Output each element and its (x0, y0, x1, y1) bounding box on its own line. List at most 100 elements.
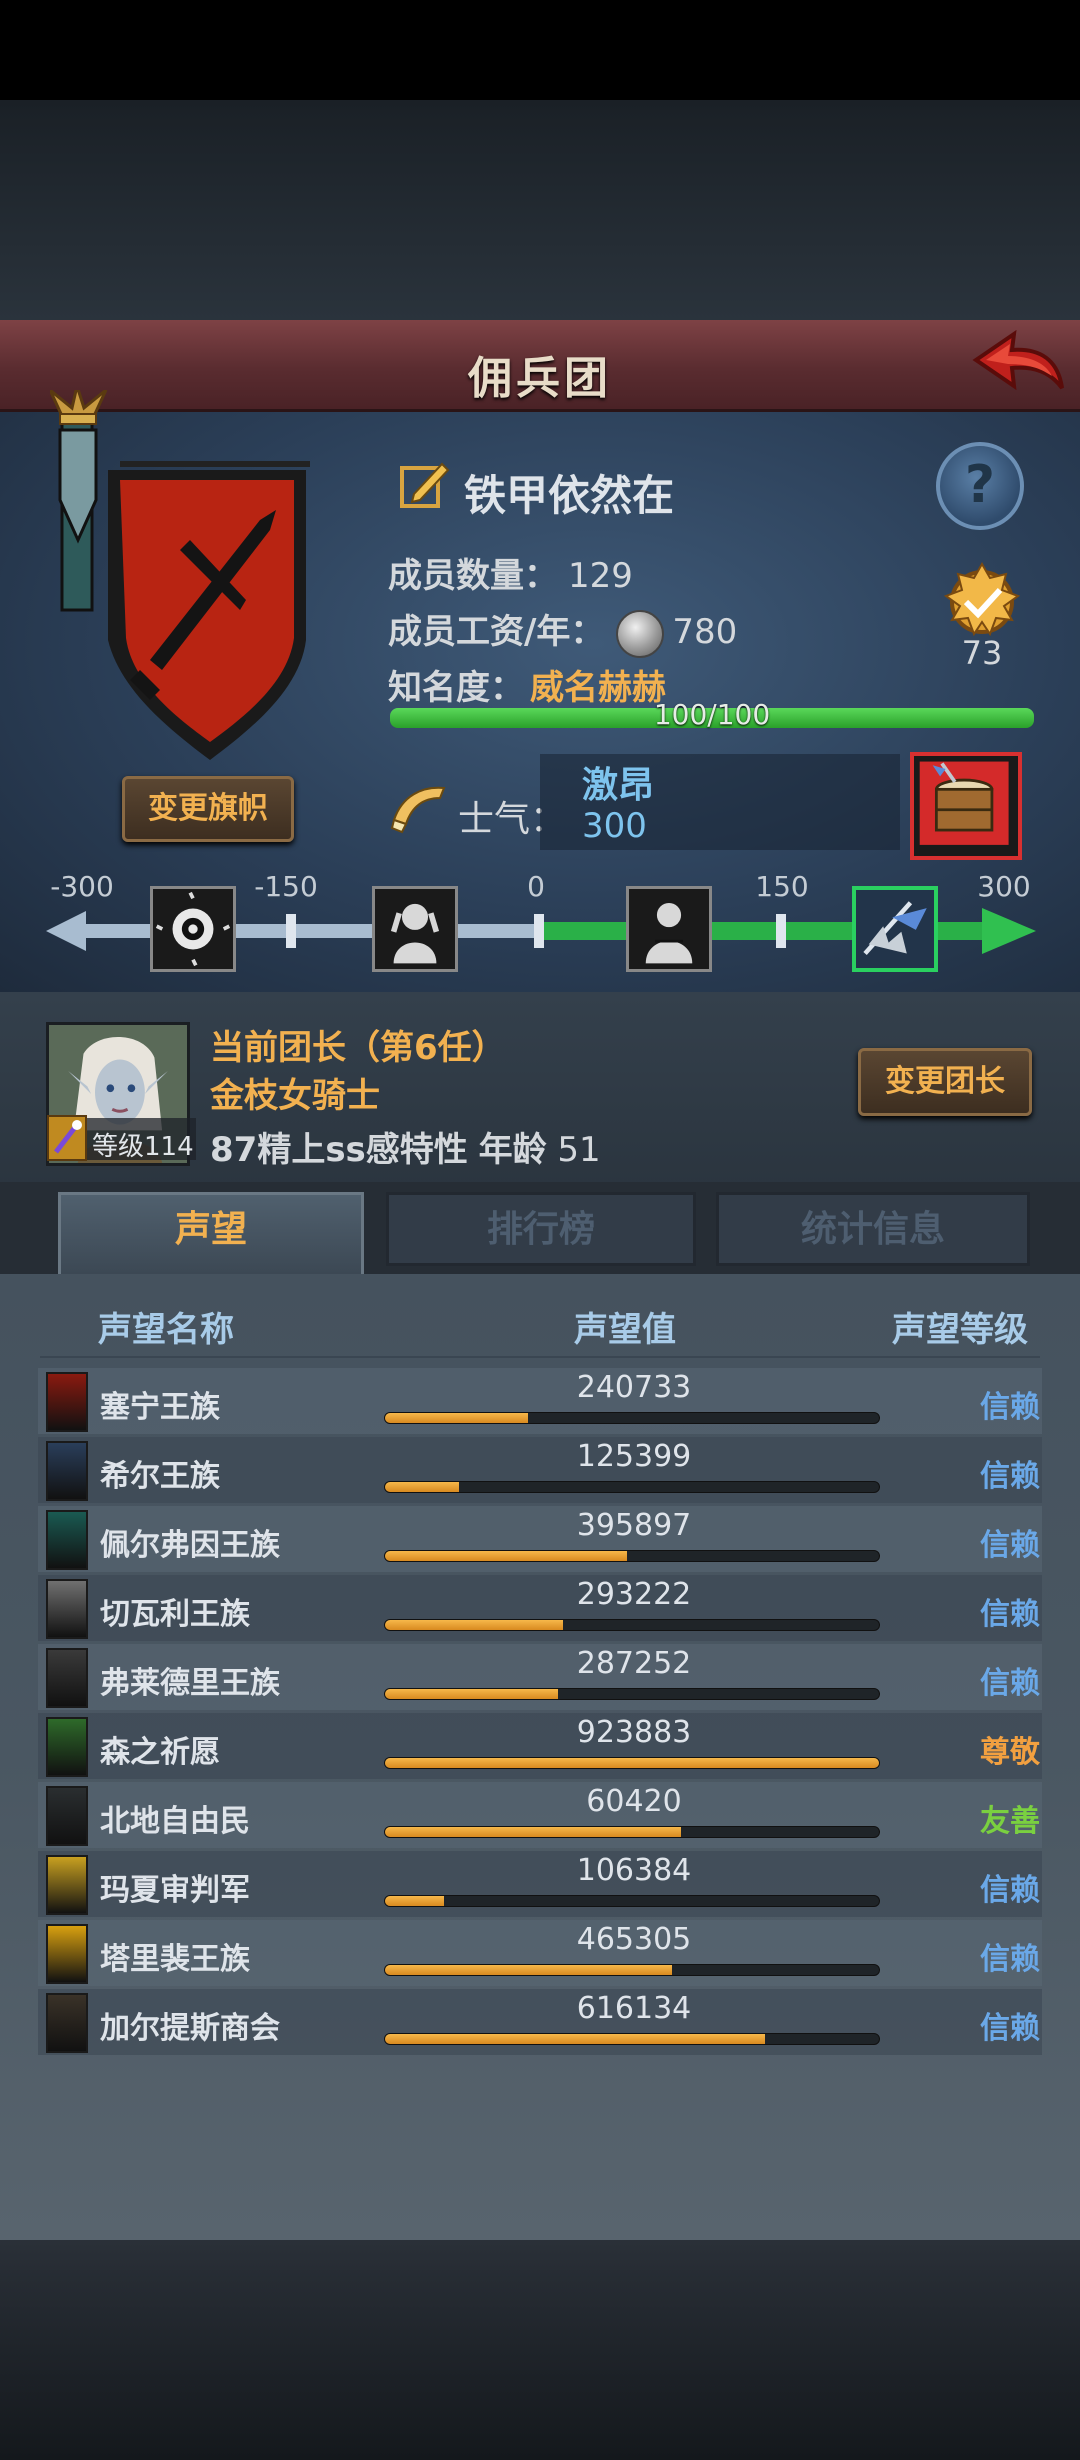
faction-crest-icon (46, 1372, 88, 1432)
table-row[interactable]: 塞宁王族 240733 信赖 (38, 1368, 1042, 1434)
header-reputation-value: 声望值 (574, 1310, 676, 1350)
faction-crest-icon (46, 1993, 88, 2053)
reputation-bar (384, 1619, 880, 1631)
reputation-bar (384, 1757, 880, 1769)
commander-traits: 87精上ss感特性 年龄 51 (210, 1122, 601, 1171)
reputation-value: 125399 (576, 1439, 692, 1474)
scale-tick-label: -150 (254, 870, 318, 903)
reputation-level: 信赖 (980, 2011, 1040, 2046)
change-flag-button[interactable]: 变更旗帜 (122, 776, 294, 842)
reputation-bar-fill (385, 1827, 682, 1837)
scale-tick-label: 150 (755, 870, 809, 903)
reputation-value: 287252 (576, 1646, 692, 1681)
eye-icon[interactable] (150, 886, 236, 972)
reputation-bar-fill (385, 2034, 766, 2044)
commander-name: 金枝女骑士 (210, 1076, 380, 1116)
table-row[interactable]: 森之祈愿 923883 尊敬 (38, 1713, 1042, 1779)
faction-name: 希尔王族 (100, 1459, 220, 1494)
reputation-bar-fill (385, 1620, 563, 1630)
reputation-value: 240733 (576, 1370, 692, 1405)
faction-name: 塞宁王族 (100, 1390, 220, 1425)
scale-tick-label: -300 (50, 870, 114, 903)
reputation-level: 信赖 (980, 1873, 1040, 1908)
reputation-level: 信赖 (980, 1390, 1040, 1425)
reputation-bar-fill (385, 1758, 879, 1768)
commander-trait-text: 87精上ss感特性 (210, 1130, 468, 1170)
header-reputation-level: 声望等级 (892, 1310, 1028, 1350)
reputation-bar-fill (385, 1965, 672, 1975)
despair-icon[interactable] (372, 886, 458, 972)
level-value: 114 (144, 1132, 194, 1162)
tab-ranking[interactable]: 排行榜 (386, 1192, 696, 1266)
tab-reputation[interactable]: 声望 (58, 1192, 364, 1274)
faction-name: 塔里裴王族 (100, 1942, 250, 1977)
change-commander-button[interactable]: 变更团长 (858, 1048, 1032, 1116)
horn-icon (390, 786, 446, 834)
commander-level: 等级114 (92, 1126, 194, 1163)
reputation-level: 信赖 (980, 1666, 1040, 1701)
team-banner-icon[interactable] (50, 390, 330, 770)
reputation-bar (384, 1895, 880, 1907)
table-row[interactable]: 佩尔弗因王族 395897 信赖 (38, 1506, 1042, 1572)
reputation-value: 395897 (576, 1508, 692, 1543)
table-row[interactable]: 希尔王族 125399 信赖 (38, 1437, 1042, 1503)
header-faction-name: 声望名称 (98, 1310, 234, 1350)
edit-name-icon[interactable] (396, 456, 452, 512)
reputation-level: 友善 (980, 1804, 1040, 1839)
faction-name: 森之祈愿 (100, 1735, 220, 1770)
faction-crest-icon (46, 1924, 88, 1984)
header-divider (40, 1356, 1040, 1358)
calm-icon[interactable] (626, 886, 712, 972)
team-name: 铁甲依然在 (464, 471, 675, 520)
reputation-value: 923883 (576, 1715, 692, 1750)
faction-crest-icon (46, 1717, 88, 1777)
members-label: 成员数量： (388, 556, 558, 596)
reputation-bar-fill (385, 1551, 628, 1561)
faction-name: 佩尔弗因王族 (100, 1528, 280, 1563)
age-label: 年龄 (478, 1130, 547, 1170)
tab-statistics[interactable]: 统计信息 (716, 1192, 1030, 1266)
reputation-bar (384, 1688, 880, 1700)
members-value: 129 (568, 556, 633, 596)
reputation-level: 信赖 (980, 1528, 1040, 1563)
faction-crest-icon (46, 1579, 88, 1639)
wage-label: 成员工资/年： (388, 612, 605, 652)
commander-title: 当前团长（第6任） (210, 1028, 506, 1068)
reputation-bar-fill (385, 1413, 529, 1423)
status-bar-area (0, 0, 1080, 100)
faction-crest-icon (46, 1441, 88, 1501)
silver-coin-icon (616, 609, 665, 658)
table-row[interactable]: 北地自由民 60420 友善 (38, 1782, 1042, 1848)
reputation-bar (384, 1964, 880, 1976)
faction-name: 加尔提斯商会 (100, 2011, 280, 2046)
morale-value: 300 (582, 806, 647, 846)
table-row[interactable]: 玛夏审判军 106384 信赖 (38, 1851, 1042, 1917)
top-background (0, 100, 1080, 320)
help-icon[interactable]: ? (936, 442, 1024, 530)
faction-name: 玛夏审判军 (100, 1873, 250, 1908)
war-drum-icon[interactable] (910, 752, 1022, 860)
back-arrow-icon[interactable] (970, 326, 1066, 410)
table-row[interactable]: 弗莱德里王族 287252 信赖 (38, 1644, 1042, 1710)
table-row[interactable]: 切瓦利王族 293222 信赖 (38, 1575, 1042, 1641)
faction-crest-icon (46, 1648, 88, 1708)
age-value: 51 (557, 1130, 601, 1170)
fame-progress-text: 100/100 (653, 698, 771, 731)
reputation-value: 616134 (576, 1991, 692, 2026)
reputation-bar-fill (385, 1896, 445, 1906)
achievement-value: 73 (961, 634, 1003, 672)
wage-value: 780 (672, 612, 738, 652)
reputation-level: 尊敬 (980, 1735, 1040, 1770)
faction-crest-icon (46, 1786, 88, 1846)
level-label: 等级 (92, 1132, 145, 1162)
charge-icon[interactable] (852, 886, 938, 972)
reputation-bar-fill (385, 1482, 460, 1492)
reputation-bar (384, 1412, 880, 1424)
reputation-value: 465305 (576, 1922, 692, 1957)
table-row[interactable]: 加尔提斯商会 616134 信赖 (38, 1989, 1042, 2055)
reputation-value: 106384 (576, 1853, 692, 1888)
bottom-background (0, 2240, 1080, 2460)
faction-crest-icon (46, 1510, 88, 1570)
table-row[interactable]: 塔里裴王族 465305 信赖 (38, 1920, 1042, 1986)
reputation-bar (384, 1826, 880, 1838)
